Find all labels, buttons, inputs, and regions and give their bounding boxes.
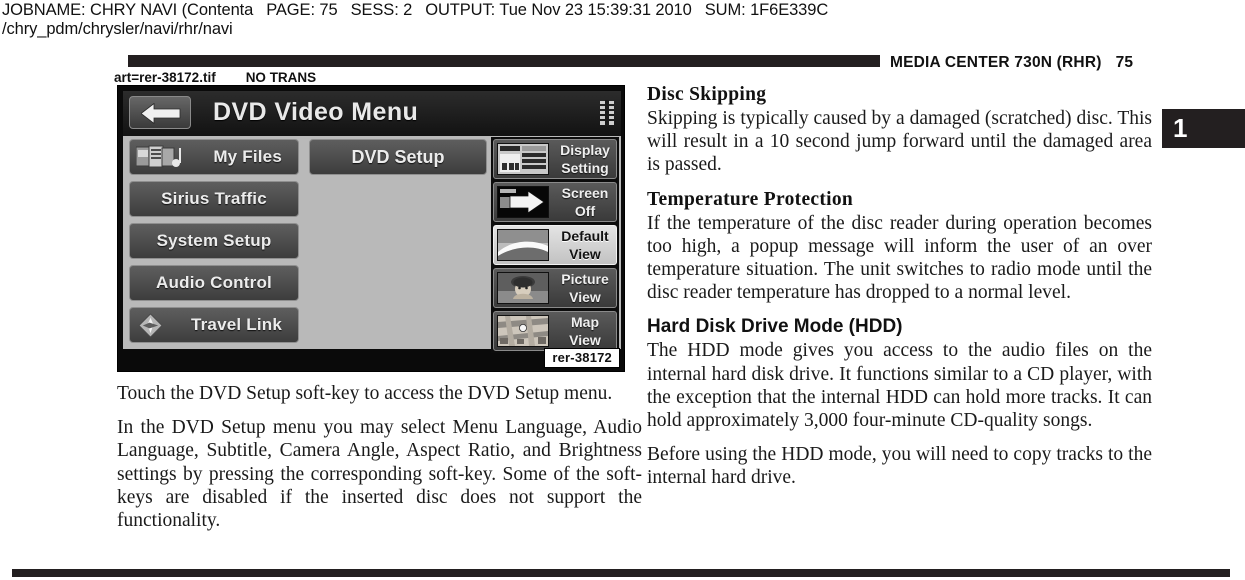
section-hard-disk-drive-mode: Hard Disk Drive Mode (HDD) The HDD mode … bbox=[647, 315, 1152, 489]
softkey-label: Sirius Traffic bbox=[161, 189, 267, 208]
job-path: /chry_pdm/chrysler/navi/rhr/navi bbox=[2, 20, 233, 38]
map-view-icon bbox=[497, 315, 549, 347]
viewkey-label: Display Setting bbox=[560, 142, 610, 176]
softkey-sirius-traffic[interactable]: Sirius Traffic bbox=[129, 181, 299, 217]
viewkey-display-setting[interactable]: Display Setting bbox=[493, 139, 617, 179]
section-paragraph: Skipping is typically caused by a damage… bbox=[647, 108, 1152, 176]
screen-title-bar: DVD Video Menu bbox=[123, 91, 621, 136]
head-unit-screen: DVD Video Menu My Files Sirius Traffic S… bbox=[123, 91, 621, 353]
running-head-title: MEDIA CENTER 730N (RHR) bbox=[890, 54, 1102, 71]
job-meta-line: JOBNAME: CHRY NAVI (Contenta PAGE: 75 SESS… bbox=[2, 1, 1242, 20]
left-paragraph-2: In the DVD Setup menu you may select Men… bbox=[117, 417, 642, 532]
viewkey-label: Picture View bbox=[561, 271, 609, 305]
left-softkey-column: My Files Sirius Traffic System Setup Aud… bbox=[129, 139, 299, 349]
figure-nav-screenshot: DVD Video Menu My Files Sirius Traffic S… bbox=[117, 85, 625, 372]
running-head-page-number: 75 bbox=[1115, 54, 1134, 71]
section-heading: Disc Skipping bbox=[647, 84, 767, 105]
jobname-field: JOBNAME: CHRY NAVI (Contenta bbox=[2, 1, 254, 19]
section-paragraph: If the temperature of the disc reader du… bbox=[647, 212, 1152, 304]
running-head: MEDIA CENTER 730N (RHR) 75 bbox=[890, 54, 1133, 71]
running-head-rule bbox=[128, 55, 880, 67]
my-files-media-icon bbox=[136, 145, 181, 168]
viewkey-label: Map View bbox=[569, 314, 601, 348]
page-field: PAGE: 75 bbox=[266, 1, 338, 19]
chapter-thumb-tab: 1 bbox=[1162, 109, 1245, 148]
section-disc-skipping: Disc Skipping Skipping is typically caus… bbox=[647, 83, 1152, 177]
default-view-icon bbox=[497, 229, 549, 261]
art-filename: art=rer-38172.tif bbox=[114, 70, 216, 85]
picture-view-icon bbox=[497, 272, 549, 304]
viewkey-label: Screen Off bbox=[561, 185, 609, 219]
viewkey-screen-off[interactable]: Screen Off bbox=[493, 182, 617, 222]
bottom-rule bbox=[12, 569, 1230, 577]
left-paragraph-1: Touch the DVD Setup soft-key to access t… bbox=[117, 383, 613, 404]
softkey-dvd-setup[interactable]: DVD Setup bbox=[309, 139, 487, 175]
section-temperature-protection: Temperature Protection If the temperatur… bbox=[647, 188, 1152, 305]
section-heading: Hard Disk Drive Mode (HDD) bbox=[647, 316, 903, 338]
softkey-label: DVD Setup bbox=[351, 147, 445, 167]
softkey-label: Audio Control bbox=[156, 273, 272, 292]
screen-title: DVD Video Menu bbox=[213, 98, 419, 126]
display-setting-icon bbox=[497, 143, 549, 175]
sum-field: SUM: 1F6E339C bbox=[704, 1, 829, 19]
art-slug: art=rer-38172.tif NO TRANS bbox=[114, 70, 316, 85]
left-column: DVD Video Menu My Files Sirius Traffic S… bbox=[117, 85, 642, 532]
art-no-trans-flag: NO TRANS bbox=[245, 70, 317, 85]
softkey-my-files[interactable]: My Files bbox=[129, 139, 299, 175]
travel-link-compass-icon bbox=[138, 313, 163, 338]
screen-off-icon bbox=[497, 186, 549, 218]
softkey-label: Travel Link bbox=[190, 315, 282, 334]
viewkey-label: Default View bbox=[561, 228, 609, 262]
section-heading: Temperature Protection bbox=[647, 188, 854, 210]
softkey-label: My Files bbox=[213, 147, 282, 166]
right-column: Disc Skipping Skipping is typically caus… bbox=[647, 83, 1152, 490]
viewkey-default-view[interactable]: Default View bbox=[493, 225, 617, 265]
output-field: OUTPUT: Tue Nov 23 15:39:31 2010 bbox=[425, 1, 692, 19]
viewkey-picture-view[interactable]: Picture View bbox=[493, 268, 617, 308]
section-paragraph: The HDD mode gives you access to the aud… bbox=[647, 340, 1152, 432]
sess-field: SESS: 2 bbox=[350, 1, 413, 19]
section-paragraph: Before using the HDD mode, you will need… bbox=[647, 444, 1152, 489]
softkey-label: System Setup bbox=[156, 231, 272, 250]
softkey-travel-link[interactable]: Travel Link bbox=[129, 307, 299, 343]
viewkey-map-view[interactable]: Map View bbox=[493, 311, 617, 351]
list-menu-icon[interactable] bbox=[599, 100, 615, 126]
back-button[interactable] bbox=[129, 96, 191, 129]
softkey-audio-control[interactable]: Audio Control bbox=[129, 265, 299, 301]
figure-id-chip: rer-38172 bbox=[544, 348, 620, 368]
view-softkey-column: Display Setting Screen Off Default View … bbox=[491, 137, 619, 353]
softkey-system-setup[interactable]: System Setup bbox=[129, 223, 299, 259]
back-arrow-icon bbox=[141, 103, 181, 124]
